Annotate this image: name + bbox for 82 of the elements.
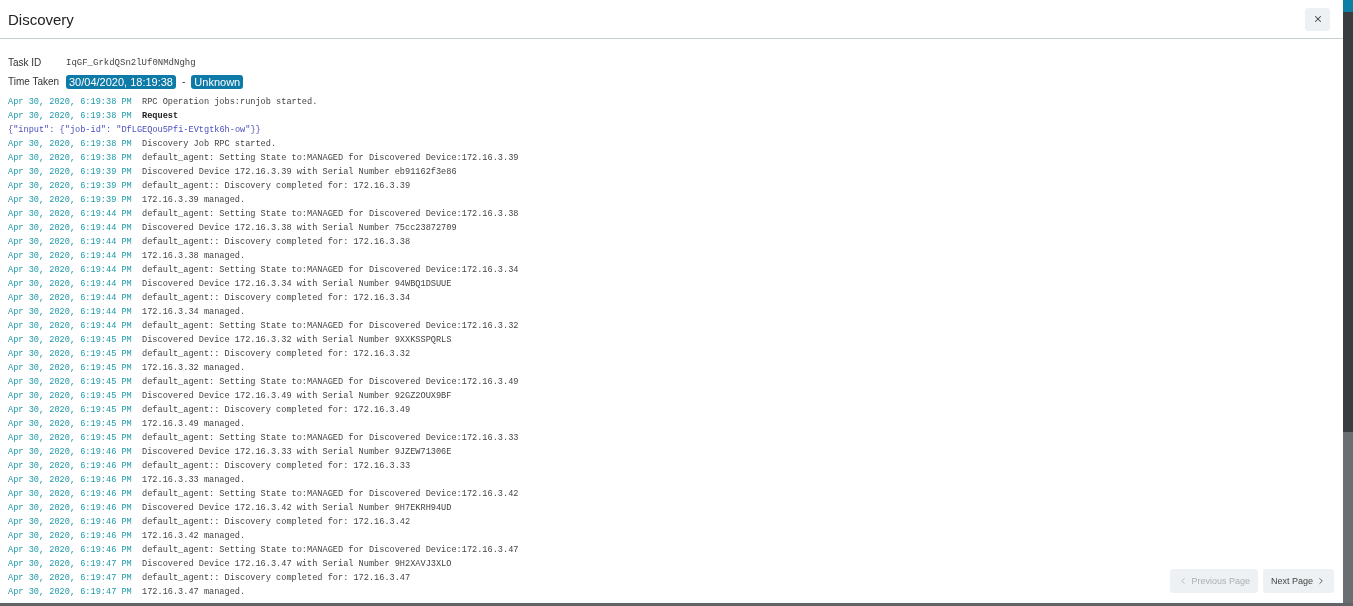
log-message: default_agent:: Discovery completed for: 172.16.3.33	[142, 461, 411, 471]
log-message: default_agent: Setting State to:MANAGED for Discovered Device:172.16.3.47	[142, 545, 519, 555]
log-message: default_agent:: Discovery completed for: 172.16.3.42	[142, 517, 411, 527]
log-message: RPC Operation jobs:runjob started.	[142, 97, 318, 107]
log-message: Discovered Device 172.16.3.47 with Serial Number 9H2XAVJ3XLO	[142, 559, 452, 569]
log-message: 172.16.3.32 managed.	[142, 363, 246, 373]
log-message: Request	[142, 111, 179, 121]
log-timestamp: Apr 30, 2020, 6:19:44 PM	[8, 251, 133, 261]
log-message: default_agent: Setting State to:MANAGED for Discovered Device:172.16.3.42	[142, 489, 519, 499]
log-timestamp: Apr 30, 2020, 6:19:45 PM	[8, 405, 133, 415]
log-message: Discovered Device 172.16.3.42 with Serial Number 9H7EKRH94UD	[142, 503, 452, 513]
log-message: Discovered Device 172.16.3.32 with Serial Number 9XXKSSPQRLS	[142, 335, 452, 345]
time-separator: -	[182, 76, 186, 87]
log-message: default_agent:: Discovery completed for: 172.16.3.32	[142, 349, 411, 359]
time-taken-label: Time Taken	[8, 76, 60, 87]
log-message: default_agent: Setting State to:MANAGED for Discovered Device:172.16.3.32	[142, 321, 519, 331]
log-timestamp: Apr 30, 2020, 6:19:38 PM	[8, 111, 133, 121]
log-timestamp: Apr 30, 2020, 6:19:46 PM	[8, 475, 133, 485]
log-timestamp: Apr 30, 2020, 6:19:44 PM	[8, 321, 133, 331]
dialog-title: Discovery	[8, 10, 74, 28]
log-message: 172.16.3.47 managed.	[142, 587, 246, 597]
close-icon	[1312, 14, 1323, 24]
log-timestamp: Apr 30, 2020, 6:19:45 PM	[8, 391, 133, 401]
log-message: Discovered Device 172.16.3.34 with Serial Number 94WBQ1DSUUE	[142, 279, 452, 289]
log-timestamp: Apr 30, 2020, 6:19:47 PM	[8, 573, 133, 583]
chevron-right-icon	[1316, 576, 1326, 586]
log-timestamp: Apr 30, 2020, 6:19:45 PM	[8, 349, 133, 359]
log-timestamp: Apr 30, 2020, 6:19:44 PM	[8, 265, 133, 275]
log-timestamp: Apr 30, 2020, 6:19:46 PM	[8, 503, 133, 513]
log-message: default_agent:: Discovery completed for: 172.16.3.49	[142, 405, 411, 415]
log-timestamp: Apr 30, 2020, 6:19:44 PM	[8, 237, 133, 247]
log-message: 172.16.3.39 managed.	[142, 195, 246, 205]
log-message: 172.16.3.33 managed.	[142, 475, 246, 485]
log-timestamp: Apr 30, 2020, 6:19:47 PM	[8, 559, 133, 569]
next-page-button[interactable]: Next Page	[1262, 569, 1334, 593]
log-message: default_agent: Setting State to:MANAGED for Discovered Device:172.16.3.34	[142, 265, 519, 275]
log-timestamp: Apr 30, 2020, 6:19:39 PM	[8, 181, 133, 191]
log-timestamp: Apr 30, 2020, 6:19:39 PM	[8, 167, 133, 177]
log-message: default_agent: Setting State to:MANAGED for Discovered Device:172.16.3.39	[142, 153, 519, 163]
log-timestamp: Apr 30, 2020, 6:19:44 PM	[8, 279, 133, 289]
task-id-value: IqGF_GrkdQSn2lUf0NMdNghg	[66, 57, 196, 68]
log-message: Discovered Device 172.16.3.39 with Serial Number eb91162f3e86	[142, 167, 457, 177]
log-timestamp: Apr 30, 2020, 6:19:45 PM	[8, 335, 133, 345]
log-timestamp: Apr 30, 2020, 6:19:44 PM	[8, 307, 133, 317]
log-timestamp: Apr 30, 2020, 6:19:47 PM	[8, 587, 133, 597]
log-timestamp: Apr 30, 2020, 6:19:38 PM	[8, 97, 133, 107]
log-message: default_agent:: Discovery completed for: 172.16.3.47	[142, 573, 411, 583]
log-message: 172.16.3.34 managed.	[142, 307, 246, 317]
log-message: 172.16.3.49 managed.	[142, 419, 246, 429]
log-message: Discovered Device 172.16.3.49 with Serial Number 92GZ2OUX9BF	[142, 391, 452, 401]
log-message: 172.16.3.38 managed.	[142, 251, 246, 261]
log-timestamp: Apr 30, 2020, 6:19:38 PM	[8, 153, 133, 163]
log-message: Discovery Job RPC started.	[142, 139, 277, 149]
log-timestamp: Apr 30, 2020, 6:19:44 PM	[8, 209, 133, 219]
log-timestamp: Apr 30, 2020, 6:19:46 PM	[8, 489, 133, 499]
start-time-tag: 30/04/2020, 18:19:38	[66, 74, 176, 89]
log-message: default_agent: Setting State to:MANAGED for Discovered Device:172.16.3.33	[142, 433, 519, 443]
task-id-label: Task ID	[8, 57, 43, 68]
log-timestamp: Apr 30, 2020, 6:19:44 PM	[8, 223, 133, 233]
log-timestamp: Apr 30, 2020, 6:19:45 PM	[8, 419, 133, 429]
log-json: {"input": {"job-id": "DfLGEQou5Pfi-EVtgtk6h-ow"}}	[8, 125, 261, 135]
log-message: Discovered Device 172.16.3.33 with Serial Number 9JZEW71306E	[142, 447, 452, 457]
log-timestamp: Apr 30, 2020, 6:19:38 PM	[8, 139, 133, 149]
log-timestamp: Apr 30, 2020, 6:19:46 PM	[8, 447, 133, 457]
log-timestamp: Apr 30, 2020, 6:19:46 PM	[8, 517, 133, 527]
log-message: 172.16.3.42 managed.	[142, 531, 246, 541]
log-timestamp: Apr 30, 2020, 6:19:46 PM	[8, 545, 133, 555]
log-timestamp: Apr 30, 2020, 6:19:45 PM	[8, 377, 133, 387]
log-timestamp: Apr 30, 2020, 6:19:39 PM	[8, 195, 133, 205]
log-message: default_agent:: Discovery completed for: 172.16.3.39	[142, 181, 411, 191]
log-message: default_agent: Setting State to:MANAGED for Discovered Device:172.16.3.49	[142, 377, 519, 387]
log-message: default_agent:: Discovery completed for: 172.16.3.34	[142, 293, 411, 303]
log-timestamp: Apr 30, 2020, 6:19:45 PM	[8, 433, 133, 443]
close-button[interactable]	[1305, 7, 1330, 31]
log-timestamp: Apr 30, 2020, 6:19:45 PM	[8, 363, 133, 373]
log-timestamp: Apr 30, 2020, 6:19:44 PM	[8, 293, 133, 303]
log-message: default_agent:: Discovery completed for: 172.16.3.38	[142, 237, 411, 247]
log-message: default_agent: Setting State to:MANAGED for Discovered Device:172.16.3.38	[142, 209, 519, 219]
end-time-tag: Unknown	[191, 74, 244, 89]
log-timestamp: Apr 30, 2020, 6:19:46 PM	[8, 461, 133, 471]
log-timestamp: Apr 30, 2020, 6:19:46 PM	[8, 531, 133, 541]
log-message: Discovered Device 172.16.3.38 with Serial Number 75cc23872709	[142, 223, 457, 233]
